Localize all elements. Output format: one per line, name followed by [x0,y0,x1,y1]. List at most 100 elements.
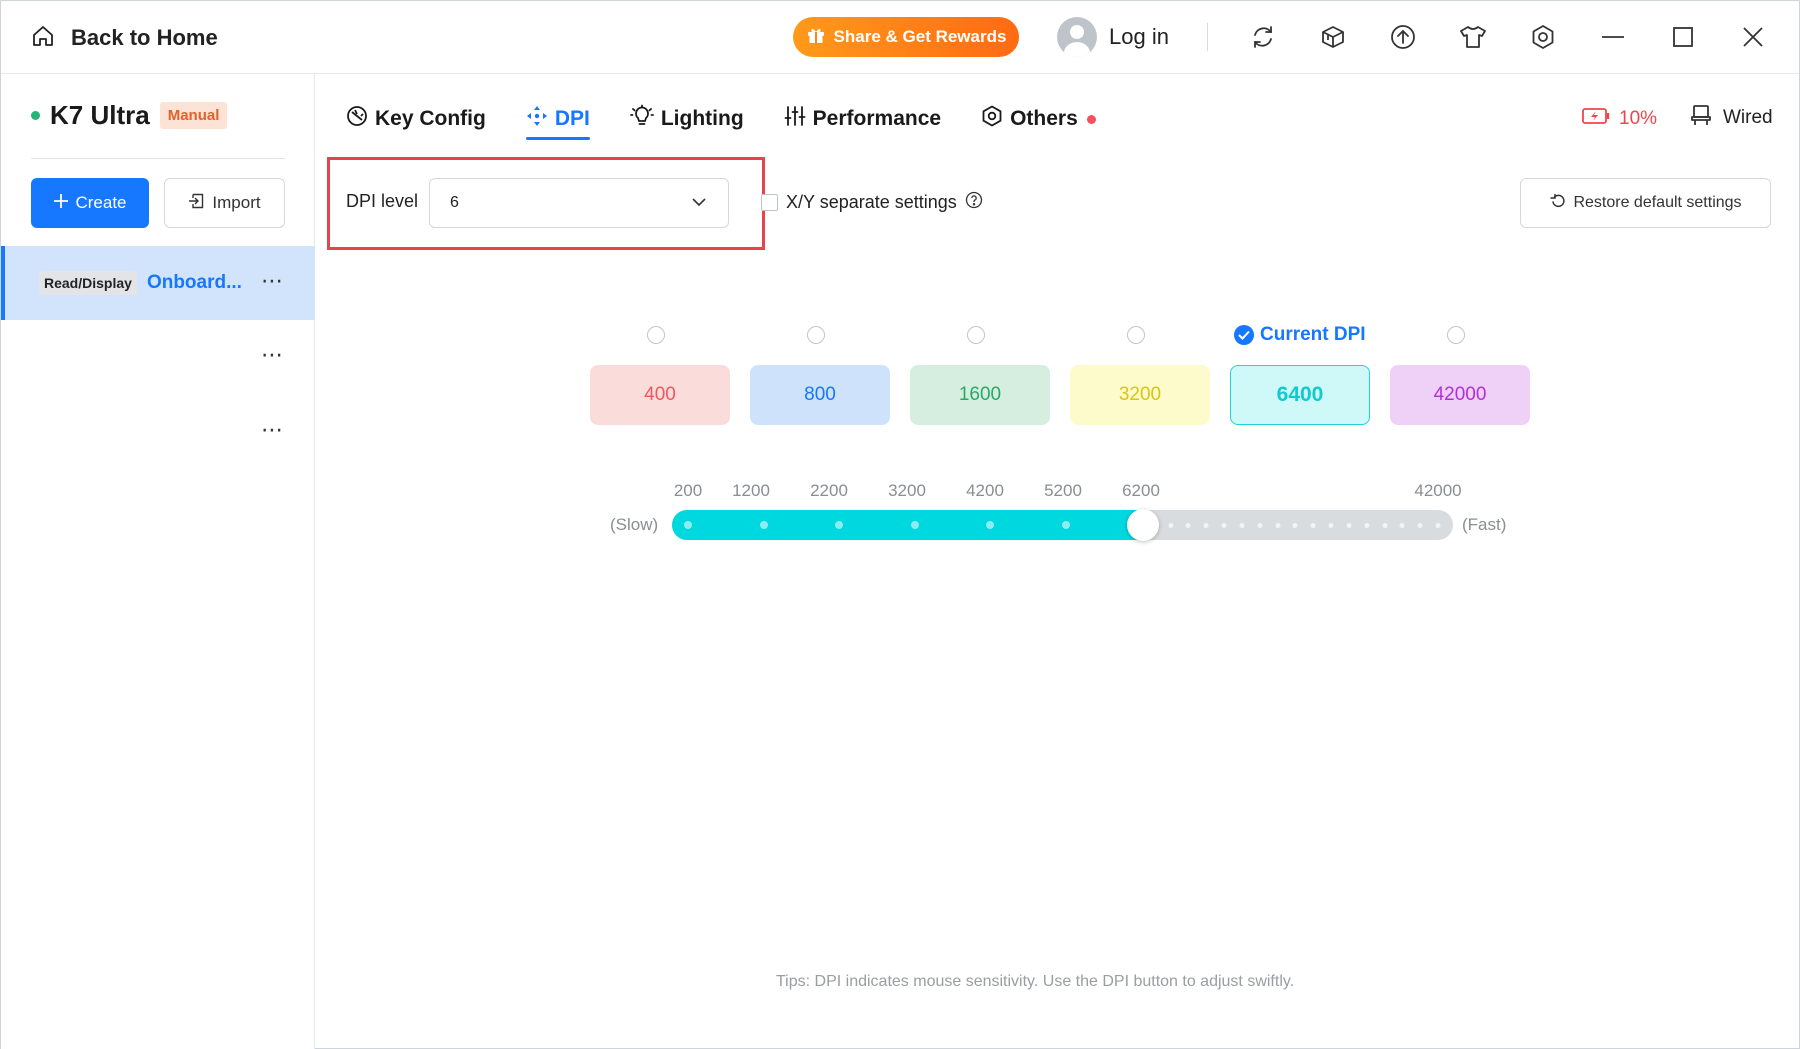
tab-lighting-label: Lighting [660,107,744,130]
dpi-icon [526,105,548,133]
dpi-stage-6[interactable]: 42000 [1390,365,1530,425]
wired-icon [1689,103,1713,133]
dpi-stage-radio-3[interactable] [967,326,985,344]
tshirt-icon[interactable] [1455,19,1491,55]
device-name: K7 Ultra [50,100,150,130]
slider-step-dot [1435,523,1441,528]
settings-tabs: Key Config DPI Lighting Performance Othe… [346,104,1136,140]
slider-tick-label: 2200 [810,481,848,500]
slider-step-dot [1328,523,1334,528]
connected-status-dot [31,111,40,120]
profile-item-onboard[interactable]: Read/Display Onboard... ⋯ [1,246,315,320]
home-icon [31,24,55,53]
minimize-icon[interactable] [1595,19,1631,55]
gift-icon [806,25,826,50]
help-icon[interactable] [965,191,983,214]
profile-more-icon[interactable]: ⋯ [261,417,285,443]
dpi-stage-radio-1[interactable] [647,326,665,344]
back-to-home-button[interactable]: Back to Home [31,23,218,53]
dpi-level-select[interactable]: 6 [429,178,729,228]
slider-step-dot [1061,521,1070,529]
dpi-stage-value: 3200 [1118,384,1162,405]
slider-step-dot [910,521,919,529]
device-header: K7 Ultra Manual [31,100,228,131]
profile-item[interactable]: ⋯ [1,395,315,469]
dpi-stage-value: 6400 [1276,383,1324,406]
back-to-home-label: Back to Home [71,25,218,50]
dpi-slider-thumb[interactable] [1126,509,1159,541]
device-mode-badge: Manual [159,102,228,129]
tab-others[interactable]: Others [981,104,1096,134]
login-button[interactable]: Log in [1057,17,1169,57]
tab-dpi[interactable]: DPI [525,104,590,140]
current-dpi-label: Current DPI [1260,324,1366,345]
battery-status: 10% [1581,105,1657,133]
title-separator [1207,23,1208,51]
profile-more-icon[interactable]: ⋯ [261,268,285,294]
profile-name: Onboard... [146,272,242,293]
key-config-icon [346,105,368,133]
settings-hex-icon[interactable] [1525,19,1561,55]
tab-performance-label: Performance [812,107,942,130]
slider-slow-label: (Slow) [610,515,659,534]
restore-defaults-button[interactable]: Restore default settings [1520,178,1771,228]
cube-icon[interactable] [1315,19,1351,55]
dpi-tips-text: Tips: DPI indicates mouse sensitivity. U… [776,973,1295,990]
refresh-icon[interactable] [1245,19,1281,55]
slider-step-dot [1364,523,1370,528]
slider-step-dot [1185,523,1191,528]
dpi-stage-1[interactable]: 400 [590,365,730,425]
create-label: Create [75,193,127,212]
tab-key-config[interactable]: Key Config [346,104,486,134]
slider-step-dot [1346,523,1352,528]
tab-others-label: Others [1010,107,1078,130]
tab-dpi-label: DPI [554,107,590,130]
slider-step-dot [1239,523,1245,528]
tab-performance[interactable]: Performance [784,104,941,134]
xy-separate-setting: X/Y separate settings [761,191,983,214]
dpi-slider-track[interactable] [672,509,1453,541]
slider-step-dot [1221,523,1227,528]
import-icon [188,193,204,214]
settings-hex-icon [981,105,1003,133]
tab-lighting[interactable]: Lighting [629,104,744,134]
maximize-icon[interactable] [1665,19,1701,55]
dpi-stage-3[interactable]: 1600 [910,365,1050,425]
slider-tick-label: 4200 [966,481,1004,500]
dpi-stage-radio-2[interactable] [807,326,825,344]
battery-level: 10% [1619,108,1658,129]
slider-step-dot [1203,523,1209,528]
upload-icon[interactable] [1385,19,1421,55]
xy-separate-checkbox[interactable] [761,194,778,211]
slider-step-dot [986,521,994,529]
notification-dot [1086,114,1096,124]
slider-tick-label: 42000 [1414,481,1462,500]
profile-more-icon[interactable]: ⋯ [261,342,285,368]
slider-step-dot [835,521,843,529]
connection-status: Wired [1689,103,1773,133]
share-rewards-label: Share & Get Rewards [833,27,1007,46]
share-rewards-button[interactable]: Share & Get Rewards [793,17,1019,57]
close-icon[interactable] [1735,19,1771,55]
import-profile-button[interactable]: Import [164,178,285,228]
app-window: Back to Home Share & Get Rewards Log in [0,0,1800,1049]
dpi-stage-radio-4[interactable] [1127,326,1145,344]
slider-tick-label: 3200 [888,481,926,500]
xy-separate-label: X/Y separate settings [786,192,957,212]
dpi-level-label: DPI level [346,191,419,211]
dpi-stage-radio-6[interactable] [1447,326,1465,344]
undo-icon [1549,193,1566,214]
dpi-stage-2[interactable]: 800 [750,365,890,425]
profile-item[interactable]: ⋯ [1,320,315,394]
slider-step-dot [1257,523,1263,528]
slider-step-dot [1310,523,1316,528]
current-dpi-indicator[interactable]: Current DPI [1234,324,1366,346]
login-label: Log in [1109,24,1169,49]
create-profile-button[interactable]: Create [31,178,149,228]
dpi-stage-value: 42000 [1433,384,1487,405]
dpi-slider-fill [672,510,1143,540]
dpi-stage-4[interactable]: 3200 [1070,365,1210,425]
plus-icon [53,193,69,214]
dpi-stage-5-current[interactable]: 6400 [1230,365,1370,425]
slider-step-dot [1275,523,1281,528]
